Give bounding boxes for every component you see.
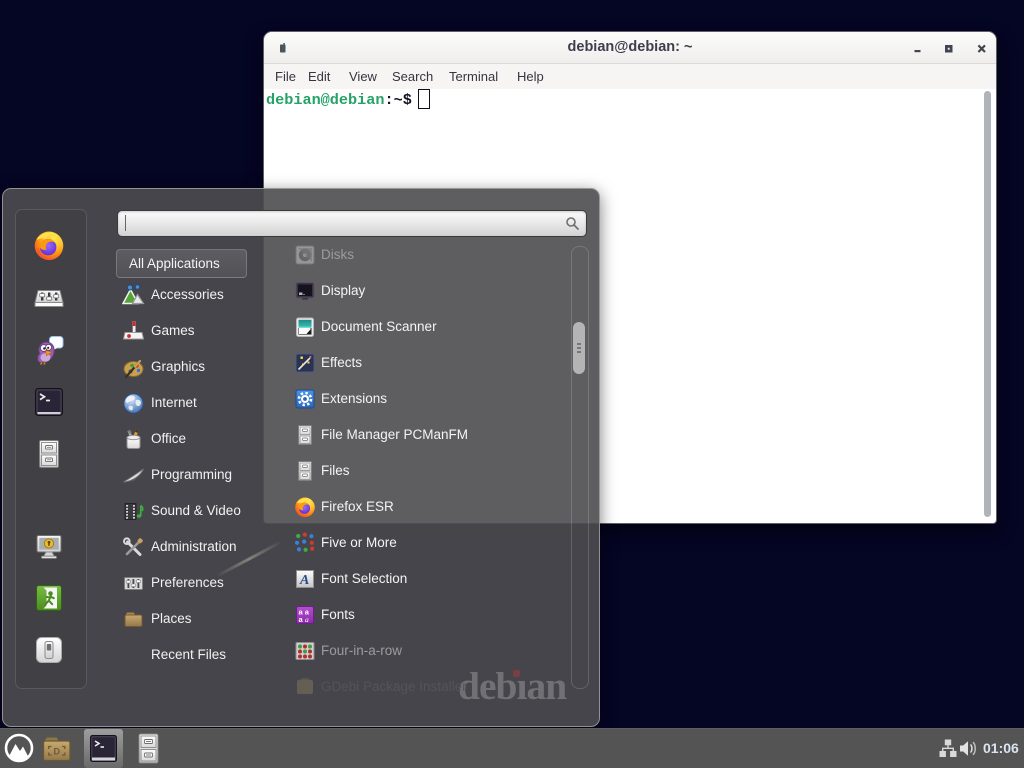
svg-text:D: D: [54, 747, 61, 757]
svg-text:A: A: [299, 573, 309, 588]
svg-text:a: a: [305, 615, 309, 624]
